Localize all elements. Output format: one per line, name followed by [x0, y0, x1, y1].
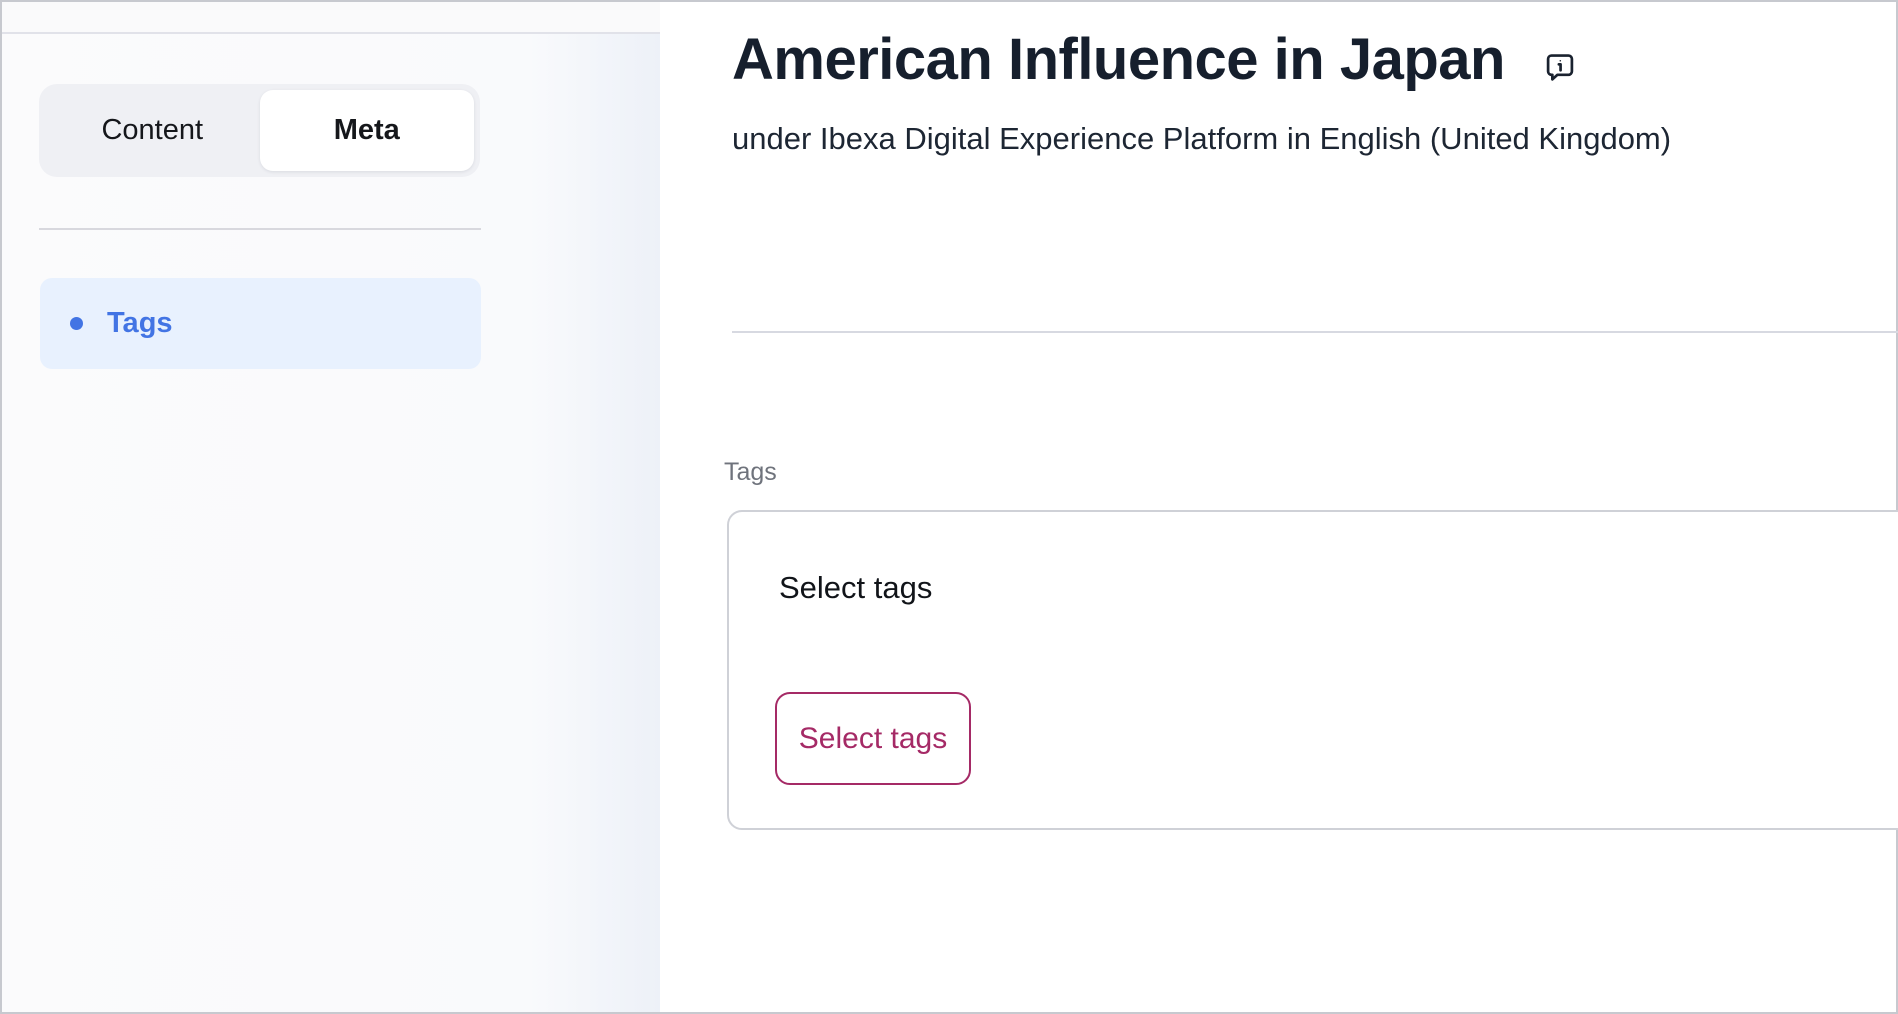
- info-bubble-icon[interactable]: [1543, 50, 1577, 86]
- page-subtitle: under Ibexa Digital Experience Platform …: [732, 118, 1671, 160]
- sidebar-item-tags[interactable]: Tags: [40, 278, 481, 369]
- sidebar-item-label: Tags: [107, 307, 173, 340]
- active-dot-icon: [70, 317, 83, 330]
- page-title: American Influence in Japan: [732, 30, 1505, 90]
- select-tags-button[interactable]: Select tags: [775, 692, 971, 785]
- sidebar-top-strip: [2, 2, 660, 34]
- tags-placeholder-text: Select tags: [779, 570, 932, 606]
- content-divider: [732, 331, 1898, 333]
- tab-content[interactable]: Content: [45, 90, 260, 171]
- main-content: American Influence in Japan under Ibexa …: [660, 2, 1896, 1012]
- tags-field-box: Select tags Select tags: [727, 510, 1898, 830]
- content-meta-tab-switcher: Content Meta: [39, 84, 480, 177]
- sidebar-divider: [39, 228, 481, 230]
- edit-sidebar: Content Meta Tags: [2, 2, 660, 1012]
- tab-meta[interactable]: Meta: [260, 90, 475, 171]
- tags-field-label: Tags: [724, 458, 777, 487]
